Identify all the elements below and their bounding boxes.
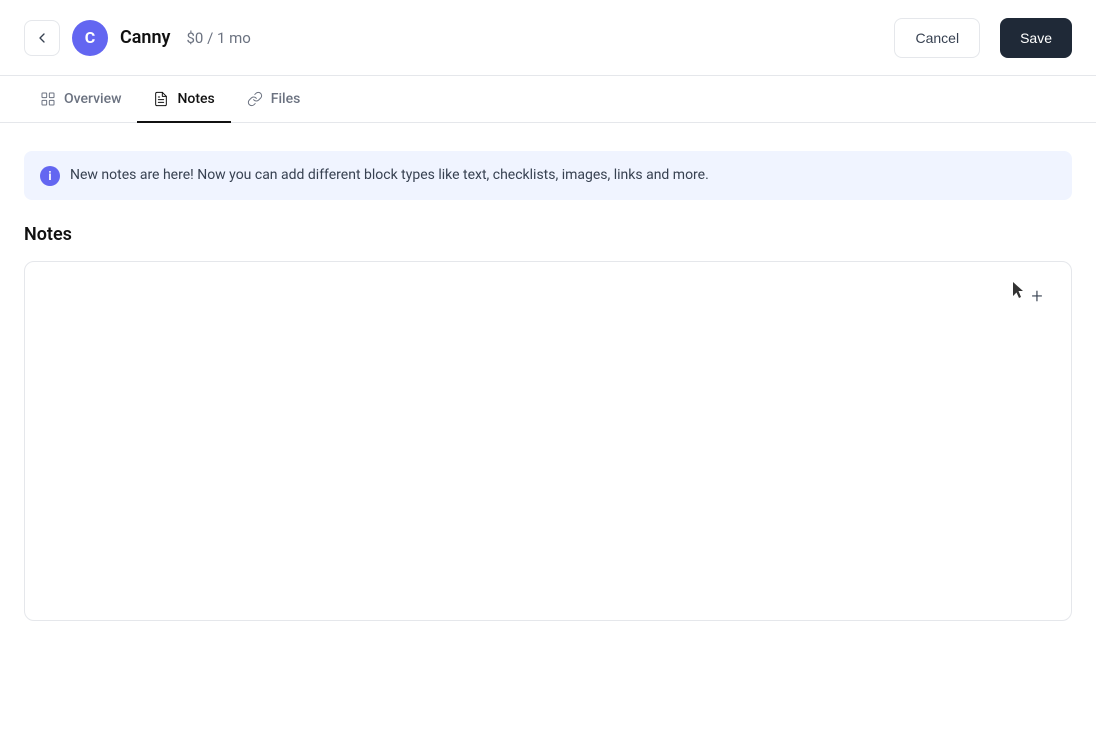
notes-editor[interactable]: + — [24, 261, 1072, 621]
info-banner: i New notes are here! Now you can add di… — [24, 151, 1072, 200]
tab-notes[interactable]: Notes — [137, 77, 230, 123]
tab-notes-label: Notes — [177, 91, 214, 107]
tab-overview[interactable]: Overview — [24, 77, 137, 123]
tabs-bar: Overview Notes Files — [0, 76, 1096, 123]
tab-overview-label: Overview — [64, 91, 121, 107]
back-arrow-icon — [34, 30, 50, 46]
back-button[interactable] — [24, 20, 60, 56]
app-logo: C — [72, 20, 108, 56]
tab-files-label: Files — [271, 91, 301, 107]
add-block-button[interactable]: + — [1023, 282, 1051, 310]
header: C Canny $0 / 1 mo Cancel Save — [0, 0, 1096, 76]
tab-files[interactable]: Files — [231, 77, 317, 123]
overview-icon — [40, 91, 56, 107]
info-banner-text: New notes are here! Now you can add diff… — [70, 165, 709, 186]
notes-section-title: Notes — [24, 224, 1072, 245]
notes-section: Notes + — [24, 224, 1072, 621]
app-name: Canny — [120, 27, 170, 48]
info-icon: i — [40, 166, 60, 186]
cancel-button[interactable]: Cancel — [894, 18, 980, 58]
files-icon — [247, 91, 263, 107]
save-button[interactable]: Save — [1000, 18, 1072, 58]
main-content: i New notes are here! Now you can add di… — [0, 123, 1096, 649]
app-pricing: $0 / 1 mo — [186, 29, 250, 47]
notes-icon — [153, 91, 169, 107]
